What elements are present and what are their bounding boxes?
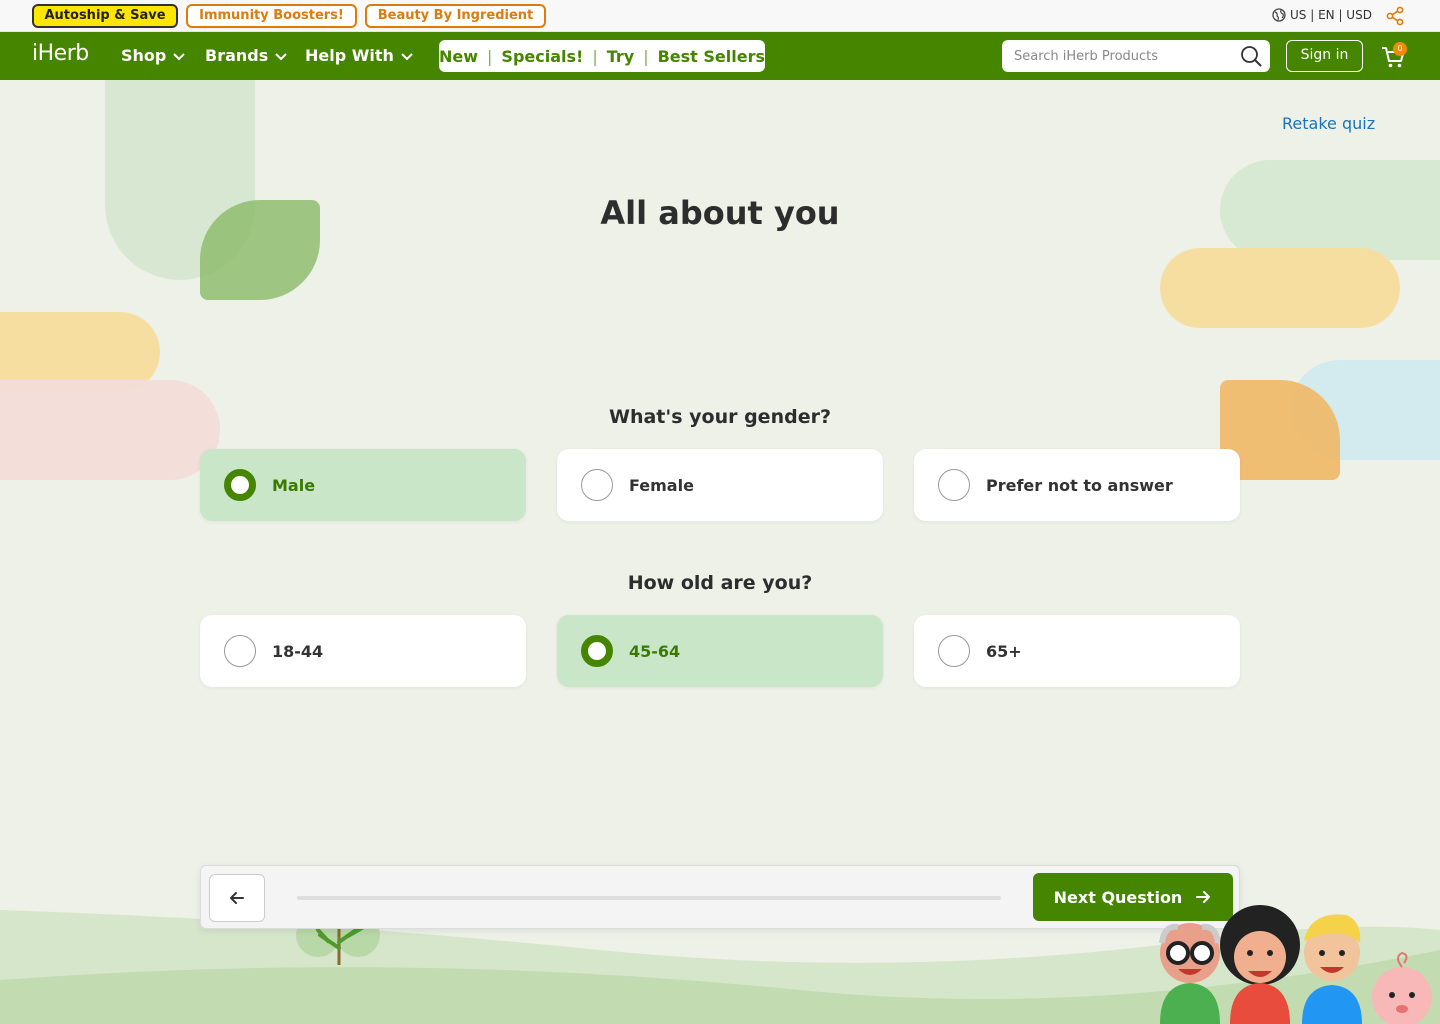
chevron-down-icon [401, 52, 413, 60]
nav-helpwith-menu[interactable]: Help With [305, 46, 414, 65]
globe-icon [1272, 8, 1286, 22]
nav-shop-menu[interactable]: Shop [121, 46, 186, 65]
gender-option-prefer-not[interactable]: Prefer not to answer [914, 449, 1240, 521]
iherb-logo[interactable]: iHerb [32, 41, 89, 66]
sign-in-button[interactable]: Sign in [1286, 40, 1363, 72]
age-question: How old are you? [627, 572, 813, 594]
age-option-65-plus[interactable]: 65+ [914, 615, 1240, 687]
age-option-45-64[interactable]: 45-64 [557, 615, 883, 687]
next-question-label: Next Question [1053, 887, 1183, 907]
nav-brands-menu[interactable]: Brands [205, 46, 288, 65]
promo-bar: Autoship & Save Immunity Boosters! Beaut… [0, 0, 1440, 32]
quick-link-try[interactable]: Try [607, 47, 634, 66]
page-title: All about you [600, 194, 840, 232]
quick-links: New | Specials! | Try | Best Sellers [439, 40, 765, 72]
option-label: Prefer not to answer [986, 475, 1173, 495]
locale-selector[interactable]: US | EN | USD [1272, 8, 1372, 22]
search-icon[interactable] [1240, 45, 1262, 67]
separator: | [487, 46, 493, 66]
option-label: 45-64 [629, 641, 681, 661]
quick-link-specials[interactable]: Specials! [501, 47, 583, 66]
family-illustration [1159, 905, 1432, 1024]
retake-quiz-link[interactable]: Retake quiz [1282, 114, 1375, 133]
main-nav: iHerb Shop Brands Help With New | Specia… [0, 32, 1440, 80]
radio-button[interactable] [938, 635, 970, 667]
separator: | [643, 46, 649, 66]
radio-button[interactable] [938, 469, 970, 501]
promo-autoship-button[interactable]: Autoship & Save [32, 4, 178, 28]
cart-count-badge: 0 [1393, 42, 1407, 56]
promo-beauty-button[interactable]: Beauty By Ingredient [365, 4, 546, 28]
decor-shape [1160, 248, 1400, 328]
gender-option-male[interactable]: Male [200, 449, 526, 521]
radio-button[interactable] [224, 635, 256, 667]
decor-shape [0, 380, 220, 480]
search-box [1002, 40, 1270, 72]
option-label: Male [272, 475, 316, 495]
radio-button[interactable] [581, 469, 613, 501]
nav-menu-label: Shop [121, 46, 167, 65]
radio-button[interactable] [581, 635, 613, 667]
back-button[interactable] [209, 874, 265, 922]
age-option-18-44[interactable]: 18-44 [200, 615, 526, 687]
search-input[interactable] [1014, 40, 1234, 72]
nav-menu-label: Help With [305, 46, 394, 65]
locale-label: US | EN | USD [1290, 8, 1372, 22]
gender-option-female[interactable]: Female [557, 449, 883, 521]
gender-question: What's your gender? [609, 406, 831, 428]
arrow-right-icon [1196, 891, 1211, 903]
quick-link-best-sellers[interactable]: Best Sellers [658, 47, 765, 66]
option-label: 65+ [986, 641, 1022, 661]
quiz-bottom-bar: Next Question [200, 865, 1240, 929]
nav-menu-label: Brands [205, 46, 269, 65]
promo-immunity-button[interactable]: Immunity Boosters! [186, 4, 357, 28]
progress-bar [297, 896, 1001, 900]
quick-link-new[interactable]: New [439, 47, 478, 66]
share-icon[interactable] [1385, 6, 1405, 26]
arrow-left-icon [230, 892, 244, 904]
option-label: 18-44 [272, 641, 324, 661]
chevron-down-icon [173, 52, 186, 60]
separator: | [592, 46, 598, 66]
option-label: Female [629, 475, 694, 495]
chevron-down-icon [275, 52, 287, 60]
radio-button[interactable] [224, 469, 256, 501]
